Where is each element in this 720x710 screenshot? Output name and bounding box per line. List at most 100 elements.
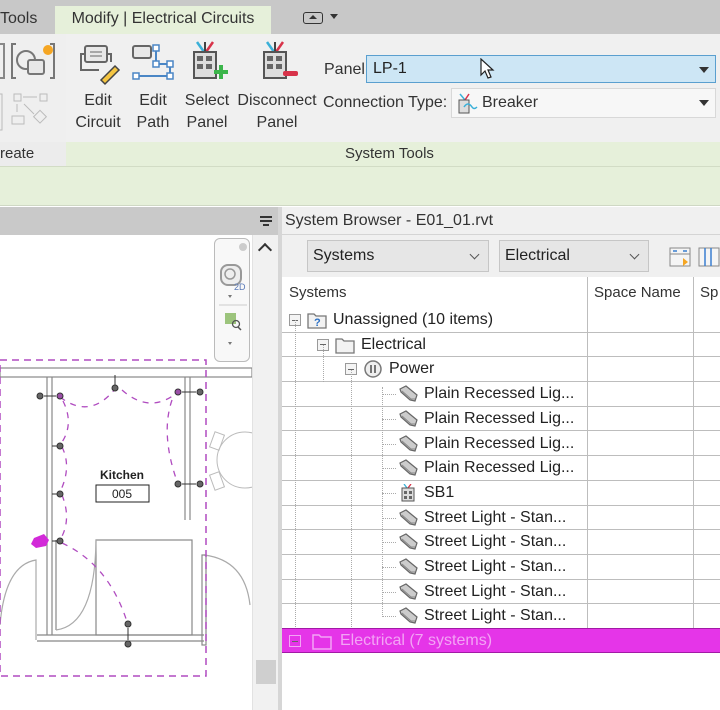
tree-row[interactable]: ? Unassigned (10 items) [282, 308, 720, 333]
tree-row-label: Street Light - Stan... [424, 558, 567, 575]
create-tools-icon[interactable] [0, 40, 62, 132]
create-group-label: reate [0, 142, 66, 166]
unassigned-folder-icon: ? [307, 313, 327, 329]
options-bar [0, 166, 720, 206]
tree-connector [382, 567, 396, 568]
scrollbar-thumb[interactable] [256, 660, 276, 684]
select-panel-label-2: Panel [186, 114, 228, 131]
disconnect-panel-button[interactable]: Disconnect Panel [237, 40, 317, 134]
tree-row[interactable]: Plain Recessed Lig... [282, 407, 720, 432]
tree-row-label: Plain Recessed Lig... [424, 409, 575, 427]
north-wall [0, 367, 253, 378]
selected-tree-row[interactable]: Electrical (7 systems) [282, 628, 720, 653]
tree-connector [323, 345, 324, 382]
light-fixture-icon [399, 459, 418, 476]
tree-row[interactable]: Street Light - Stan... [282, 604, 720, 630]
tree-row-label: Street Light - Stan... [424, 607, 567, 625]
room-name: Kitchen [100, 468, 144, 482]
chevron-down-icon [629, 249, 640, 260]
scroll-up-icon[interactable] [257, 242, 273, 258]
tree-connector [382, 394, 396, 396]
folder-icon [312, 634, 332, 650]
electrical-devices [36, 375, 204, 648]
door-swing-east [203, 554, 251, 606]
navigation-bar[interactable]: 2D [214, 238, 250, 362]
column-header-systems[interactable]: Systems [289, 277, 347, 309]
tree-row-label: Plain Recessed Lig... [424, 385, 575, 403]
tree-connector [382, 387, 383, 617]
tree-row[interactable]: Plain Recessed Lig... [282, 432, 720, 457]
select-panel-button[interactable]: Select Panel [182, 40, 232, 134]
discipline-combo[interactable]: Electrical [499, 240, 649, 272]
disconnect-panel-label-1: Disconnect [237, 92, 317, 109]
tree-connector [382, 468, 396, 470]
light-fixture-icon [399, 434, 418, 452]
system-tools-group-label: System Tools [345, 145, 434, 162]
tree-row[interactable]: SB1 [282, 481, 720, 506]
tree-row[interactable]: Plain Recessed Lig... [282, 382, 720, 407]
ribbon-options-dropdown-icon[interactable] [330, 14, 338, 19]
disconnect-panel-label-2: Panel [256, 114, 298, 131]
close-icon [239, 243, 247, 251]
tree-row[interactable]: Electrical [282, 333, 720, 358]
view-vertical-scrollbar[interactable] [252, 235, 278, 710]
view-mode-value: Systems [313, 247, 375, 264]
room-number: 005 [112, 487, 132, 501]
selected-device-marker [31, 534, 49, 548]
tree-row[interactable]: Street Light - Stan... [282, 530, 720, 555]
view-mode-combo[interactable]: Systems [307, 240, 489, 272]
connection-type-label: Connection Type: [323, 94, 448, 111]
light-fixture-icon [399, 607, 418, 625]
zoom-region-icon [225, 313, 236, 324]
system-browser-title: System Browser - E01_01.rvt [282, 207, 720, 235]
autofit-columns-icon[interactable] [669, 246, 691, 268]
tree-row-label: Unassigned (10 items) [333, 311, 494, 328]
view-menu-icon[interactable] [260, 216, 272, 228]
expand-plus-icon[interactable] [289, 635, 301, 647]
connection-type-dropdown[interactable]: Breaker [451, 88, 716, 118]
tab-modify-electrical-circuits[interactable]: Modify | Electrical Circuits [55, 6, 271, 34]
tree-row[interactable]: Street Light - Stan... [282, 506, 720, 531]
tree-row[interactable]: Street Light - Stan... [282, 555, 720, 580]
edit-path-button[interactable]: Edit Path [130, 40, 176, 134]
edit-path-icon [132, 44, 174, 80]
column-settings-icon[interactable] [698, 246, 720, 268]
system-browser-toolbar: Systems Electrical [282, 235, 720, 277]
tree-row-label: Plain Recessed Lig... [424, 434, 575, 452]
chevron-down-icon [699, 67, 709, 73]
tree-connector [382, 418, 396, 420]
edit-circuit-button[interactable]: Edit Circuit [72, 40, 124, 134]
column-header-space-number[interactable]: Sp [700, 277, 718, 309]
column-header-space-name[interactable]: Space Name [594, 277, 681, 309]
tree-row-label: Power [389, 360, 435, 378]
tree-row-label: Electrical [361, 335, 426, 353]
tree-connector [295, 320, 296, 627]
tree-row[interactable]: Plain Recessed Lig... [282, 456, 720, 481]
light-fixture-icon [399, 533, 418, 550]
light-fixture-icon [399, 558, 418, 575]
system-browser: System Browser - E01_01.rvt Systems Elec… [282, 207, 720, 710]
tree-connector [382, 591, 396, 593]
tree-row[interactable]: Street Light - Stan... [282, 580, 720, 605]
chevron-down-icon [469, 249, 480, 260]
edit-circuit-icon [80, 45, 121, 86]
column-divider[interactable] [587, 277, 588, 639]
ribbon-group-labels: reate System Tools [0, 142, 720, 166]
navigation-bar-icons: 2D [219, 243, 247, 345]
ribbon-tab-bar: Tools Modify | Electrical Circuits [0, 0, 720, 34]
tab-tools[interactable]: Tools [0, 6, 37, 34]
minimize-ribbon-icon[interactable] [303, 12, 323, 24]
tree-connector [351, 370, 352, 627]
view-header [0, 207, 280, 235]
edit-circuit-label-2: Circuit [75, 114, 121, 131]
power-system-icon [364, 360, 382, 379]
tree-row[interactable]: Power [282, 357, 720, 383]
svg-text:2D: 2D [234, 282, 246, 292]
column-divider[interactable] [693, 277, 694, 639]
counter [95, 539, 193, 636]
connection-type-value: Breaker [482, 94, 539, 111]
tree-row-label: Street Light - Stan... [424, 508, 567, 526]
light-fixture-icon [399, 410, 418, 427]
panel-dropdown[interactable]: LP-1 [366, 55, 716, 83]
panel-dropdown-value: LP-1 [373, 60, 407, 77]
